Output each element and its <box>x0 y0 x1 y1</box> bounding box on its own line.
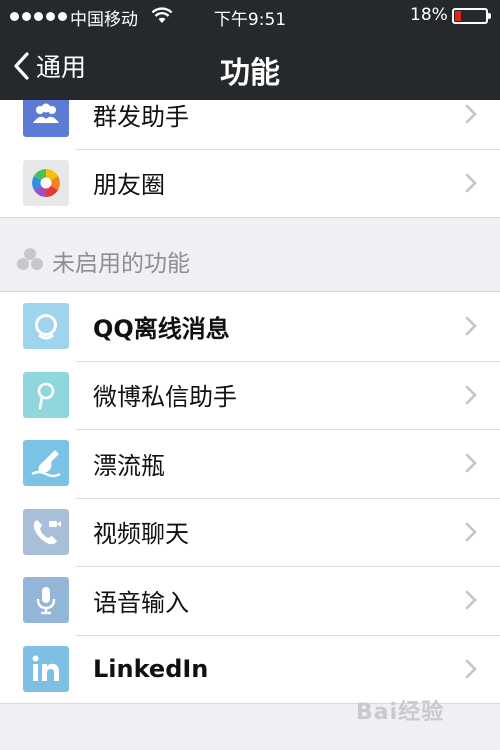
nav-bar: 通用 功能 <box>0 32 500 100</box>
chevron-right-icon <box>465 316 477 336</box>
battery-fill <box>455 11 461 21</box>
list-item-label: 视频聊天 <box>93 520 189 549</box>
qq-penguin-icon <box>23 303 69 350</box>
list-item-label: 漂流瓶 <box>93 451 165 480</box>
disabled-features-list: QQ离线消息 微博私信助手 漂流瓶 视频聊天 语音输入 LinkedIn <box>0 291 500 704</box>
microphone-icon <box>23 577 69 624</box>
battery-icon <box>452 8 491 24</box>
section-title: 未启用的功能 <box>52 251 190 277</box>
list-item-label: 语音输入 <box>93 588 189 617</box>
list-item-moments[interactable]: 朋友圈 <box>0 148 500 218</box>
list-item-qq-offline[interactable]: QQ离线消息 <box>0 292 500 361</box>
top-bar: 中国移动 下午9:51 18% 通用 功能 <box>0 0 500 100</box>
battery-percent: 18% <box>410 5 448 25</box>
list-item-linkedin[interactable]: LinkedIn <box>0 634 500 704</box>
chevron-right-icon <box>465 173 477 193</box>
chevron-right-icon <box>465 590 477 610</box>
video-call-icon <box>23 508 69 555</box>
disabled-features-icon <box>17 248 43 270</box>
list-item-video-chat[interactable]: 视频聊天 <box>0 497 500 567</box>
list-item-label: 朋友圈 <box>93 171 165 200</box>
chevron-right-icon <box>465 522 477 542</box>
weibo-icon <box>23 371 69 418</box>
chevron-right-icon <box>465 104 477 124</box>
list-item-label: QQ离线消息 <box>93 314 230 343</box>
page-title: 功能 <box>220 56 280 91</box>
drift-bottle-icon <box>23 440 69 487</box>
moments-aperture-icon <box>23 159 69 206</box>
list-item-drift-bottle[interactable]: 漂流瓶 <box>0 429 500 498</box>
linkedin-icon <box>23 645 69 692</box>
list-item-label: LinkedIn <box>93 654 209 683</box>
watermark: Bai经验 <box>356 700 445 725</box>
chevron-right-icon <box>465 385 477 405</box>
section-header-disabled: 未启用的功能 <box>0 240 500 280</box>
chevron-right-icon <box>465 659 477 679</box>
list-item-label: 微博私信助手 <box>93 383 237 412</box>
list-item-weibo-dm[interactable]: 微博私信助手 <box>0 360 500 430</box>
status-bar: 中国移动 下午9:51 18% <box>0 0 500 32</box>
list-item-label: 群发助手 <box>93 102 189 131</box>
list-item-voice-input[interactable]: 语音输入 <box>0 566 500 635</box>
chevron-right-icon <box>465 453 477 473</box>
